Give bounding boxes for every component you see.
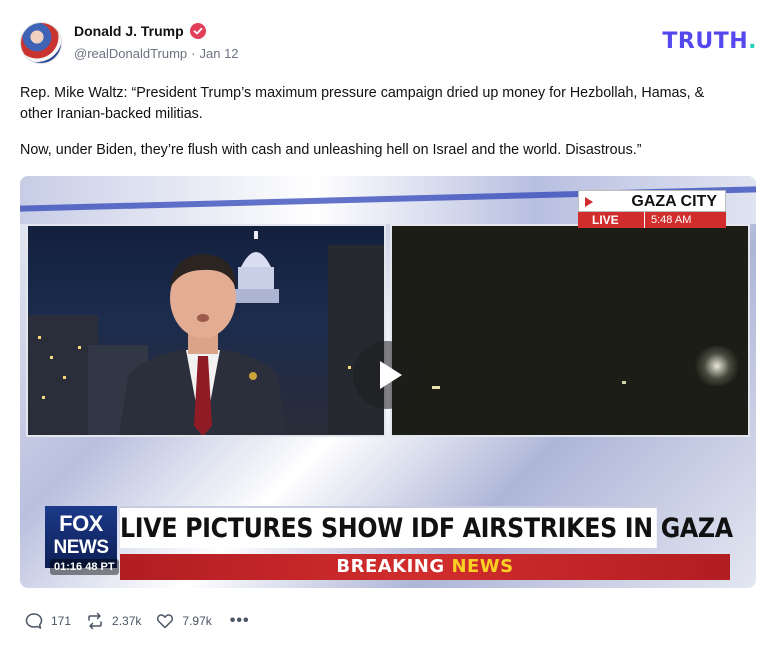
avatar[interactable] bbox=[20, 22, 62, 64]
like-button[interactable]: 7.97k bbox=[155, 611, 212, 631]
breaking-news-word: NEWS bbox=[451, 556, 514, 577]
separator: · bbox=[191, 46, 196, 61]
retruth-icon bbox=[88, 612, 102, 630]
window-light bbox=[50, 356, 53, 359]
verified-badge-icon bbox=[189, 23, 206, 39]
window-light bbox=[348, 366, 351, 369]
reply-count: 171 bbox=[51, 614, 72, 628]
location-chyron: GAZA CITY LIVE 5:48 AM bbox=[578, 190, 726, 228]
post-header: Donald J. Trump @realDonaldTrump · Jan 1… bbox=[20, 20, 757, 66]
retruth-count: 2.37k bbox=[112, 614, 142, 628]
video-timestamp-suffix: 48 PT bbox=[85, 561, 115, 573]
live-strip: LIVE 5:48 AM bbox=[578, 212, 726, 228]
distant-light bbox=[432, 386, 440, 389]
post-body: Rep. Mike Waltz: “President Trump’s maxi… bbox=[20, 83, 740, 176]
author-handle[interactable]: @realDonaldTrump bbox=[74, 46, 187, 61]
video-panel-gaza bbox=[390, 224, 750, 437]
window-light bbox=[63, 376, 66, 379]
anchor-guest-figure bbox=[118, 254, 288, 435]
like-count: 7.97k bbox=[182, 614, 212, 628]
retruth-button[interactable]: 2.37k bbox=[85, 611, 141, 631]
truth-logo-text: TRUTH bbox=[662, 29, 749, 54]
post-actions: 171 2.37k 7.97k ••• bbox=[24, 610, 250, 632]
author-name-row: Donald J. Trump bbox=[74, 23, 206, 39]
reply-icon bbox=[25, 613, 43, 629]
reply-button[interactable]: 171 bbox=[24, 611, 71, 631]
fox-logo-line2: NEWS bbox=[53, 537, 110, 558]
post-date[interactable]: Jan 12 bbox=[200, 46, 239, 61]
post-paragraph: Rep. Mike Waltz: “President Trump’s maxi… bbox=[20, 85, 705, 122]
video-timestamp-value: 01:16 bbox=[54, 561, 83, 573]
window-light bbox=[38, 336, 41, 339]
truth-logo-dot: . bbox=[748, 29, 757, 54]
author-name[interactable]: Donald J. Trump bbox=[74, 23, 184, 39]
like-icon bbox=[157, 614, 174, 629]
window-light bbox=[42, 396, 45, 399]
window-light bbox=[78, 346, 81, 349]
breaking-news-bar: BREAKING NEWS bbox=[120, 554, 730, 580]
video-player[interactable]: GAZA CITY LIVE 5:48 AM FOX NEWS LIVE PIC… bbox=[20, 176, 756, 588]
distant-light bbox=[622, 381, 626, 384]
video-panel-studio bbox=[26, 224, 386, 437]
headline-chyron: LIVE PICTURES SHOW IDF AIRSTRIKES IN GAZ… bbox=[120, 506, 733, 548]
more-icon[interactable]: ••• bbox=[230, 613, 250, 629]
live-time: 5:48 AM bbox=[644, 212, 691, 228]
location-title: GAZA CITY bbox=[578, 190, 726, 212]
video-timestamp: 01:16 48 PT bbox=[50, 559, 119, 575]
live-label: LIVE bbox=[592, 213, 619, 227]
play-icon[interactable] bbox=[353, 341, 421, 409]
post-paragraph: Now, under Biden, they’re flush with cas… bbox=[20, 142, 642, 158]
fox-logo-line1: FOX bbox=[59, 511, 103, 536]
handle-row: @realDonaldTrump · Jan 12 bbox=[74, 46, 239, 61]
distant-light bbox=[692, 346, 742, 386]
breaking-label: BREAKING bbox=[336, 556, 445, 577]
truth-logo[interactable]: TRUTH. bbox=[662, 29, 757, 54]
